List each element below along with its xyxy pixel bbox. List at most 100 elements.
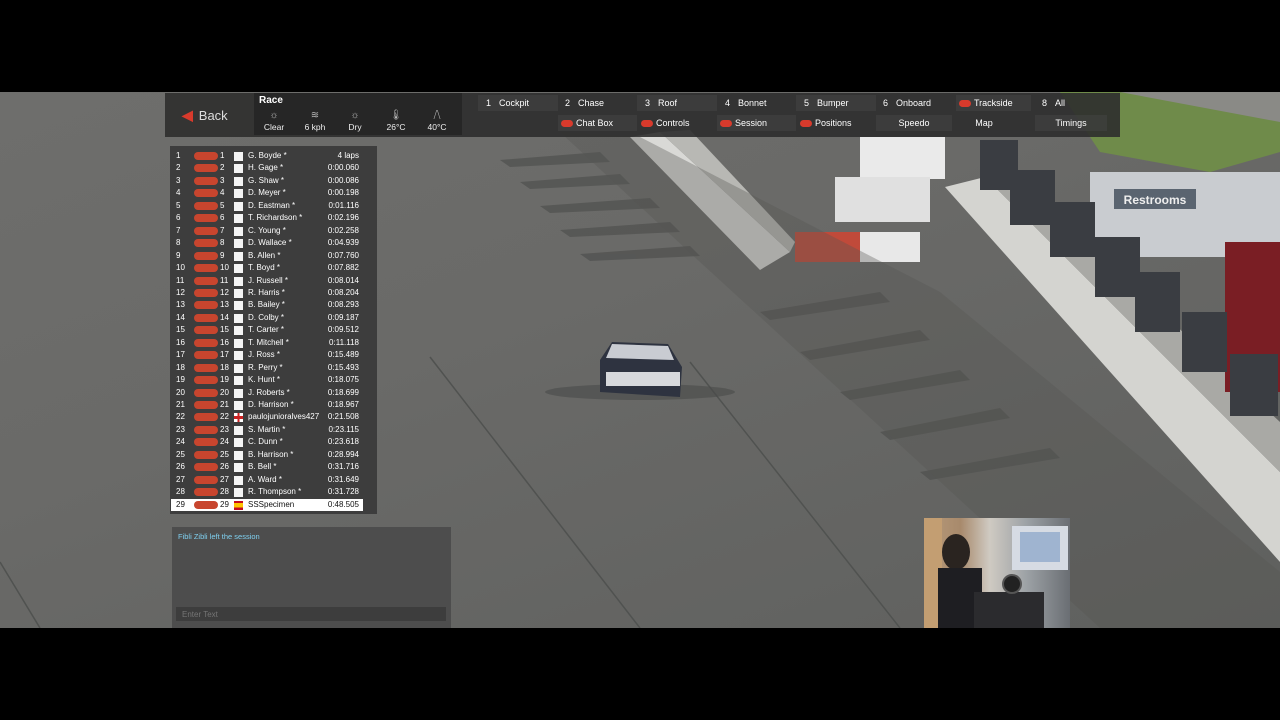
standings-row[interactable]: 17 17 J. Ross * 0:15.489 xyxy=(171,349,363,361)
flag-icon xyxy=(234,226,243,236)
gap-time: 0:00.060 xyxy=(327,163,359,173)
standings-row[interactable]: 8 8 D. Wallace * 0:04.939 xyxy=(171,237,363,249)
car-class-badge xyxy=(194,475,218,484)
position-number: 7 xyxy=(176,225,181,235)
standings-row[interactable]: 28 28 R. Thompson * 0:31.728 xyxy=(171,486,363,498)
standings-row[interactable]: 11 11 J. Russell * 0:08.014 xyxy=(171,275,363,287)
standings-row[interactable]: 13 13 B. Bailey * 0:08.293 xyxy=(171,299,363,311)
standings-row[interactable]: 10 10 T. Boyd * 0:07.882 xyxy=(171,262,363,274)
camera-bonnet-button[interactable]: 4 Bonnet xyxy=(717,95,797,111)
standings-row[interactable]: 19 19 K. Hunt * 0:18.075 xyxy=(171,374,363,386)
sun-icon: ☼ xyxy=(350,110,360,121)
driver-name: D. Wallace * xyxy=(248,238,292,248)
standings-row[interactable]: 6 6 T. Richardson * 0:02.196 xyxy=(171,212,363,224)
position-number: 21 xyxy=(176,400,185,409)
driver-name: paulojunioralves427 xyxy=(248,412,320,422)
position-number: 22 xyxy=(176,412,185,422)
session-title: Race xyxy=(259,95,283,106)
car-class-badge xyxy=(194,214,218,223)
gap-time: 0:08.293 xyxy=(327,300,359,310)
position-number: 10 xyxy=(176,263,185,273)
toggle-chat-box[interactable]: Chat Box xyxy=(558,115,637,131)
standings-row[interactable]: 25 25 B. Harrison * 0:28.994 xyxy=(171,449,363,461)
standings-row[interactable]: 7 7 C. Young * 0:02.258 xyxy=(171,225,363,237)
webcam-overlay xyxy=(924,518,1070,628)
car-number: 19 xyxy=(220,375,229,385)
standings-row[interactable]: 20 20 J. Roberts * 0:18.699 xyxy=(171,387,363,399)
toggle-timings[interactable]: Timings xyxy=(1035,115,1107,131)
driver-name: B. Bell * xyxy=(248,462,277,472)
driver-name: D. Meyer * xyxy=(248,188,286,198)
camera-roof-button[interactable]: 3 Roof xyxy=(637,95,717,111)
position-number: 6 xyxy=(176,213,181,223)
car-class-badge xyxy=(194,326,218,335)
weather-track: ☼ Dry xyxy=(335,110,375,132)
car-class-badge xyxy=(194,176,218,185)
position-number: 3 xyxy=(176,175,181,185)
gap-time: 4 laps xyxy=(337,151,359,160)
car-class-badge xyxy=(194,313,218,322)
camera-trackside-button[interactable]: Trackside xyxy=(956,95,1031,111)
gap-time: 0:00.086 xyxy=(327,175,359,185)
toggle-positions[interactable]: Positions xyxy=(797,115,876,131)
toggle-speedo[interactable]: Speedo xyxy=(876,115,952,131)
car-class-badge xyxy=(194,152,218,160)
standings-row[interactable]: 14 14 D. Colby * 0:09.187 xyxy=(171,312,363,324)
flag-icon xyxy=(234,475,243,485)
standings-row[interactable]: 15 15 T. Carter * 0:09.512 xyxy=(171,324,363,336)
flag-icon xyxy=(234,338,243,348)
gap-time: 0:31.716 xyxy=(327,462,359,472)
back-label: Back xyxy=(198,107,228,123)
driver-name: B. Harrison * xyxy=(248,449,294,459)
gap-time: 0:18.075 xyxy=(327,375,359,385)
standings-row[interactable]: 22 22 paulojunioralves427 0:21.508 xyxy=(171,411,363,423)
standings-row[interactable]: 27 27 A. Ward * 0:31.649 xyxy=(171,474,363,486)
flag-icon xyxy=(234,301,243,311)
standings-row[interactable]: 4 4 D. Meyer * 0:00.198 xyxy=(171,187,363,199)
flag-icon xyxy=(234,376,243,386)
gap-time: 0:23.618 xyxy=(327,437,359,447)
gap-time: 0:11.118 xyxy=(329,337,359,347)
gap-time: 0:07.882 xyxy=(327,263,359,273)
car-number: 9 xyxy=(220,250,225,260)
standings-row[interactable]: 5 5 D. Eastman * 0:01.116 xyxy=(171,200,363,212)
back-button[interactable]: ◀ Back xyxy=(182,104,252,126)
standings-row[interactable]: 2 2 H. Gage * 0:00.060 xyxy=(171,162,363,174)
standings-row[interactable]: 1 1 G. Boyde * 4 laps xyxy=(171,150,363,162)
flag-icon xyxy=(234,201,243,211)
standings-row[interactable]: 16 16 T. Mitchell * 0:11.118 xyxy=(171,337,363,349)
gap-time: 0:31.728 xyxy=(327,487,359,497)
standings-row[interactable]: 24 24 C. Dunn * 0:23.618 xyxy=(171,436,363,448)
toggle-controls[interactable]: Controls xyxy=(638,115,717,131)
standings-row[interactable]: 3 3 G. Shaw * 0:00.086 xyxy=(171,175,363,187)
car-class-badge xyxy=(194,201,218,210)
car-number: 26 xyxy=(220,462,229,472)
gap-time: 0:09.512 xyxy=(327,325,359,335)
weather-track-temp: ⧸⧹ 40°C xyxy=(417,110,457,132)
position-number: 17 xyxy=(176,350,185,360)
car-class-badge xyxy=(194,338,218,347)
camera-chase-button[interactable]: 2 Chase xyxy=(558,95,637,111)
camera-bumper-button[interactable]: 5 Bumper xyxy=(796,95,876,111)
camera-cockpit-button[interactable]: 1 Cockpit xyxy=(478,95,558,111)
camera-all-button[interactable]: 8 All xyxy=(1035,95,1114,111)
standings-row[interactable]: 18 18 R. Perry * 0:15.493 xyxy=(171,362,363,374)
standings-row[interactable]: 21 21 D. Harrison * 0:18.967 xyxy=(171,399,363,411)
standings-row[interactable]: 29 29 SSSpecimen 0:48.505 xyxy=(171,498,363,511)
standings-row[interactable]: 23 23 S. Martin * 0:23.115 xyxy=(171,424,363,436)
toggle-map[interactable]: Map xyxy=(956,115,1012,131)
driver-name: D. Eastman * xyxy=(248,200,296,210)
standings-row[interactable]: 9 9 B. Allen * 0:07.760 xyxy=(171,250,363,262)
car-number: 12 xyxy=(220,287,229,297)
chat-input[interactable] xyxy=(176,607,446,621)
standings-row[interactable]: 12 12 R. Harris * 0:08.204 xyxy=(171,287,363,299)
gap-time: 0:15.489 xyxy=(327,350,359,360)
car-class-badge xyxy=(194,463,218,472)
car-number: 3 xyxy=(220,175,225,185)
camera-onboard-button[interactable]: 6 Onboard xyxy=(876,95,955,111)
flag-icon xyxy=(234,488,243,498)
car-class-badge xyxy=(194,363,218,372)
toggle-session[interactable]: Session xyxy=(717,115,796,131)
driver-name: B. Bailey * xyxy=(248,300,285,310)
standings-row[interactable]: 26 26 B. Bell * 0:31.716 xyxy=(171,461,363,473)
